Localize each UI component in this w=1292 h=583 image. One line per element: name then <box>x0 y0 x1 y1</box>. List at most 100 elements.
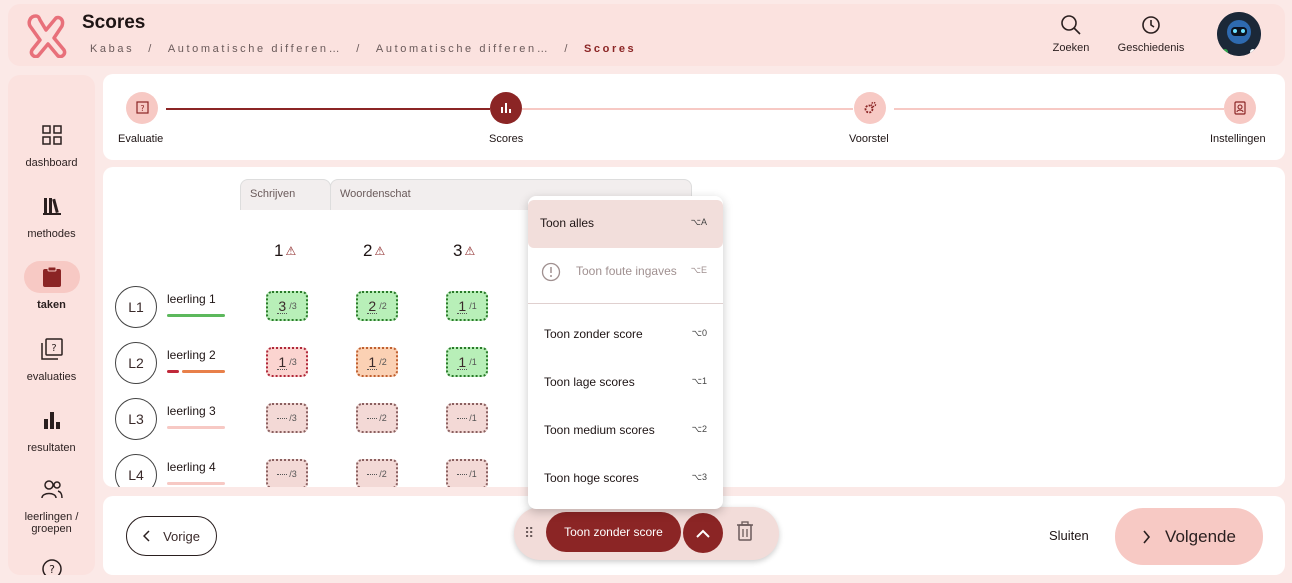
progress-bar <box>167 370 179 373</box>
sidebar-item-label: resultaten <box>27 442 76 454</box>
menu-item-label: Toon alles <box>540 216 595 230</box>
bar-chart-icon <box>501 103 511 113</box>
sidebar-item-label: methodes <box>27 228 76 240</box>
people-icon <box>40 480 63 499</box>
menu-item-label: Toon zonder score <box>544 327 643 341</box>
score-value: 1 <box>367 353 378 370</box>
student-name: leerling 3 <box>167 404 216 418</box>
score-cell[interactable]: 1/2 <box>356 347 398 377</box>
menu-item-no-score[interactable]: Toon zonder score ⌥0 <box>528 311 723 359</box>
gears-icon <box>864 101 877 114</box>
step-scores[interactable] <box>490 92 522 124</box>
filter-button[interactable]: Toon zonder score <box>546 512 681 552</box>
score-cell[interactable]: 2/2 <box>356 291 398 321</box>
score-value: 1 <box>277 353 288 370</box>
sidebar-item-evaluaties[interactable]: ? evaluaties <box>8 333 95 383</box>
student-row[interactable]: L1 leerling 1 <box>115 286 235 328</box>
column-header[interactable]: 2 ⚠ <box>363 241 385 261</box>
score-value <box>367 473 378 475</box>
score-cell[interactable]: /1 <box>446 403 488 433</box>
sidebar-item-leerlingen[interactable]: leerlingen / groepen <box>8 473 95 535</box>
score-value: 1 <box>457 353 468 370</box>
history-label: Geschiedenis <box>1117 42 1185 54</box>
score-cell[interactable]: /1 <box>446 459 488 487</box>
column-number: 3 <box>453 241 463 260</box>
expand-button[interactable] <box>683 513 723 553</box>
score-max: /3 <box>289 413 297 423</box>
app-logo-icon[interactable] <box>26 12 68 58</box>
column-header[interactable]: 1 ⚠ <box>274 241 296 261</box>
drag-handle-icon[interactable]: ⠿ <box>524 525 534 542</box>
sidebar-item-taken[interactable]: taken <box>8 261 95 311</box>
step-evaluatie[interactable]: ? <box>126 92 158 124</box>
sidebar-item-methodes[interactable]: methodes <box>8 190 95 240</box>
student-name: leerling 4 <box>167 460 216 474</box>
step-label: Scores <box>489 133 524 145</box>
score-value: 1 <box>457 297 468 314</box>
score-cell[interactable]: /2 <box>356 403 398 433</box>
next-button[interactable]: Volgende <box>1115 508 1263 565</box>
svg-text:?: ? <box>49 563 55 575</box>
sidebar-item-help[interactable]: ? <box>8 553 95 575</box>
sidebar-item-label-2: groepen <box>31 523 72 535</box>
score-max: /1 <box>469 357 477 367</box>
student-row[interactable]: L4 leerling 4 <box>115 454 235 487</box>
score-cell[interactable]: 1/1 <box>446 291 488 321</box>
breadcrumb-item[interactable]: Automatische differen… <box>376 43 550 55</box>
previous-button[interactable]: Vorige <box>126 516 217 556</box>
menu-item-show-all[interactable]: Toon alles ⌥A <box>528 200 723 248</box>
filter-toolbar: ⠿ Toon zonder score <box>514 507 779 560</box>
menu-item-shortcut: ⌥3 <box>691 472 707 482</box>
clipboard-icon <box>42 266 61 287</box>
sidebar-item-dashboard[interactable]: dashboard <box>8 119 95 169</box>
step-voorstel[interactable] <box>854 92 886 124</box>
score-cell[interactable]: /3 <box>266 459 308 487</box>
menu-divider <box>528 303 723 304</box>
close-button[interactable]: Sluiten <box>1049 528 1089 543</box>
step-label: Evaluatie <box>118 133 164 145</box>
trash-icon[interactable] <box>736 521 754 541</box>
score-max: /2 <box>379 357 387 367</box>
breadcrumb-item[interactable]: Kabas <box>90 43 134 55</box>
search-label: Zoeken <box>1052 42 1090 54</box>
next-label: Volgende <box>1165 526 1236 546</box>
progress-bar <box>167 314 225 317</box>
breadcrumb-item[interactable]: Automatische differen… <box>168 43 342 55</box>
student-row[interactable]: L2 leerling 2 <box>115 342 235 384</box>
robot-avatar-icon <box>1217 12 1261 56</box>
student-name: leerling 1 <box>167 292 216 306</box>
step-instellingen[interactable] <box>1224 92 1256 124</box>
menu-item-high-scores[interactable]: Toon hoge scores ⌥3 <box>528 455 723 503</box>
score-cell[interactable]: 1/1 <box>446 347 488 377</box>
score-cell[interactable]: /3 <box>266 403 308 433</box>
score-value <box>367 417 378 419</box>
page-title: Scores <box>82 12 146 33</box>
column-header[interactable]: 3 ⚠ <box>453 241 475 261</box>
search-button[interactable]: Zoeken <box>1044 14 1098 54</box>
score-value <box>277 417 288 419</box>
history-button[interactable]: Geschiedenis <box>1114 14 1188 54</box>
evaluation-icon: ? <box>40 338 63 360</box>
dashboard-icon <box>41 125 62 145</box>
student-row[interactable]: L3 leerling 3 <box>115 398 235 440</box>
progress-bar <box>167 482 225 485</box>
sidebar-item-label: taken <box>37 299 66 311</box>
score-cell[interactable]: /2 <box>356 459 398 487</box>
step-connector <box>166 108 490 110</box>
svg-text:?: ? <box>140 104 144 113</box>
menu-item-low-scores[interactable]: Toon lage scores ⌥1 <box>528 359 723 407</box>
warning-icon: ⚠ <box>464 244 476 258</box>
menu-item-show-errors[interactable]: Toon foute ingaves ⌥E <box>528 248 723 296</box>
alert-icon <box>541 262 561 282</box>
menu-item-medium-scores[interactable]: Toon medium scores ⌥2 <box>528 407 723 455</box>
progress-bar <box>167 426 225 429</box>
sidebar: dashboard methodes taken ? evaluaties re… <box>8 75 95 575</box>
score-cell[interactable]: 3/3 <box>266 291 308 321</box>
previous-label: Vorige <box>163 528 200 544</box>
score-cell[interactable]: 1/3 <box>266 347 308 377</box>
avatar[interactable] <box>1217 12 1261 56</box>
step-label: Instellingen <box>1210 133 1266 145</box>
tab-schrijven[interactable]: Schrijven <box>240 179 331 210</box>
step-connector <box>522 108 853 110</box>
sidebar-item-resultaten[interactable]: resultaten <box>8 404 95 454</box>
